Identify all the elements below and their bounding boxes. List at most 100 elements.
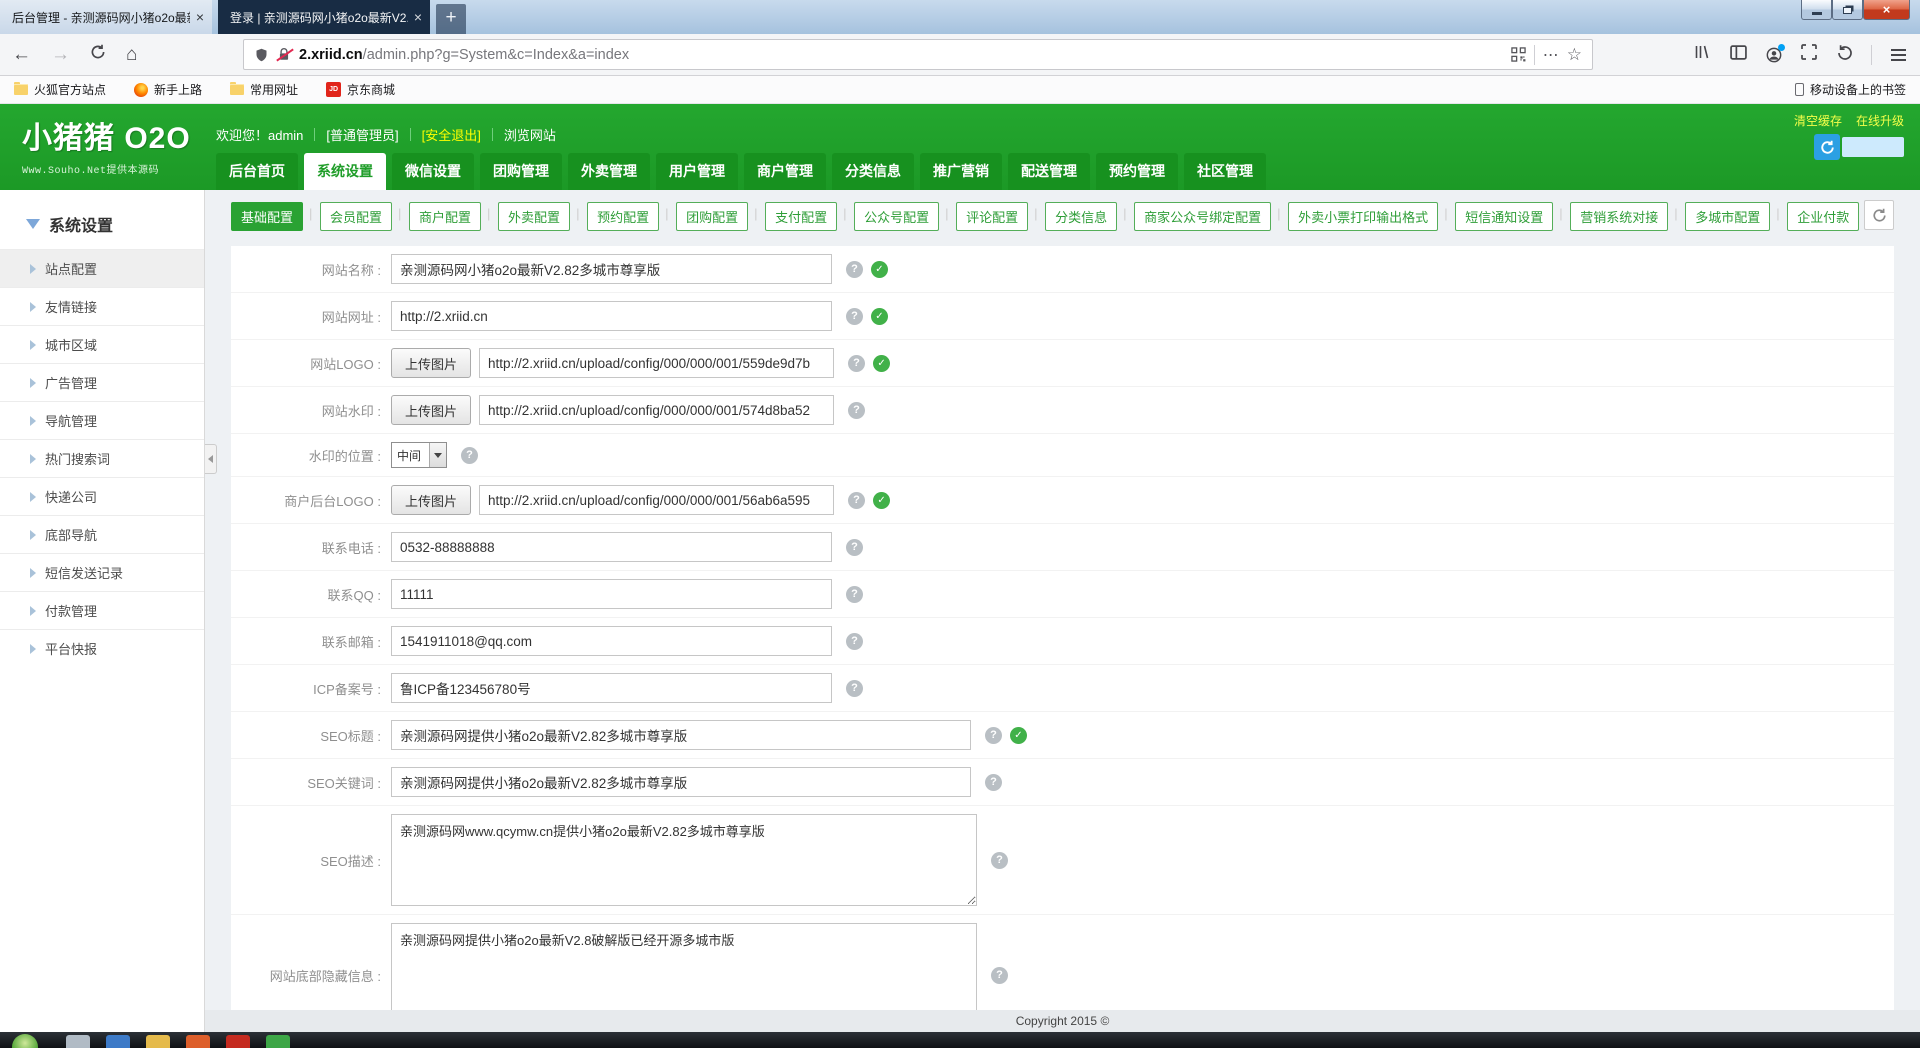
config-subtab[interactable]: 公众号配置: [854, 202, 939, 231]
help-icon[interactable]: ?: [846, 539, 863, 556]
config-subtab[interactable]: 短信通知设置: [1455, 202, 1553, 231]
site-logo-input[interactable]: [479, 348, 834, 378]
tab-close-icon[interactable]: ×: [196, 9, 204, 25]
site-name-input[interactable]: [391, 254, 832, 284]
main-nav-tab[interactable]: 推广营销: [920, 153, 1002, 190]
config-subtab[interactable]: 预约配置: [587, 202, 659, 231]
main-nav-tab[interactable]: 预约管理: [1096, 153, 1178, 190]
insecure-lock-icon[interactable]: [277, 47, 291, 62]
main-nav-tab[interactable]: 系统设置: [304, 153, 386, 190]
main-nav-tab[interactable]: 社区管理: [1184, 153, 1266, 190]
browse-site-link[interactable]: 浏览网站: [504, 125, 556, 144]
bookmark-star-icon[interactable]: ☆: [1567, 45, 1582, 65]
account-icon[interactable]: [1766, 47, 1782, 63]
help-icon[interactable]: ?: [848, 492, 865, 509]
chat-service-icon[interactable]: [1814, 134, 1840, 160]
help-icon[interactable]: ?: [991, 852, 1008, 869]
sidebar-item[interactable]: 付款管理: [0, 591, 204, 629]
help-icon[interactable]: ?: [846, 680, 863, 697]
main-nav-tab[interactable]: 微信设置: [392, 153, 474, 190]
mobile-bookmarks[interactable]: 移动设备上的书签: [1795, 81, 1906, 98]
merchant-logo-input[interactable]: [479, 485, 834, 515]
icp-number-input[interactable]: [391, 673, 832, 703]
config-subtab[interactable]: 商户配置: [409, 202, 481, 231]
contact-qq-input[interactable]: [391, 579, 832, 609]
main-nav-tab[interactable]: 用户管理: [656, 153, 738, 190]
config-subtab[interactable]: 多城市配置: [1685, 202, 1770, 231]
taskbar-app-icon[interactable]: [266, 1035, 290, 1048]
help-icon[interactable]: ?: [985, 727, 1002, 744]
sidebar-item[interactable]: 广告管理: [0, 363, 204, 401]
seo-title-input[interactable]: [391, 720, 971, 750]
config-subtab[interactable]: 分类信息: [1045, 202, 1117, 231]
taskbar-app-icon[interactable]: [146, 1035, 170, 1048]
main-nav-tab[interactable]: 分类信息: [832, 153, 914, 190]
config-subtab[interactable]: 企业付款: [1787, 202, 1859, 231]
footer-hidden-info-textarea[interactable]: 亲测源码网提供小猪o2o最新V2.8破解版已经开源多城市版: [391, 923, 977, 1010]
upload-image-button[interactable]: 上传图片: [391, 485, 471, 515]
main-nav-tab[interactable]: 团购管理: [480, 153, 562, 190]
seo-description-textarea[interactable]: 亲测源码网www.qcymw.cn提供小猪o2o最新V2.82多城市尊享版: [391, 814, 977, 906]
help-icon[interactable]: ?: [846, 261, 863, 278]
sidebar-item[interactable]: 热门搜索词: [0, 439, 204, 477]
menu-icon[interactable]: [1891, 49, 1906, 61]
sidebar-item[interactable]: 快递公司: [0, 477, 204, 515]
shield-icon[interactable]: [254, 47, 269, 63]
main-nav-tab[interactable]: 配送管理: [1008, 153, 1090, 190]
main-nav-tab[interactable]: 外卖管理: [568, 153, 650, 190]
upgrade-link[interactable]: 在线升级: [1856, 112, 1904, 129]
start-button[interactable]: [12, 1034, 38, 1048]
contact-phone-input[interactable]: [391, 532, 832, 562]
seo-keywords-input[interactable]: [391, 767, 971, 797]
sidebar-item[interactable]: 短信发送记录: [0, 553, 204, 591]
back-button[interactable]: ←: [12, 44, 31, 66]
help-icon[interactable]: ?: [846, 586, 863, 603]
sidebar-collapse-handle[interactable]: [205, 444, 217, 474]
help-icon[interactable]: ?: [991, 967, 1008, 984]
screenshot-icon[interactable]: [1801, 44, 1817, 65]
upload-image-button[interactable]: 上传图片: [391, 395, 471, 425]
bookmark-item[interactable]: 火狐官方站点: [14, 81, 106, 98]
help-icon[interactable]: ?: [848, 402, 865, 419]
help-icon[interactable]: ?: [461, 447, 478, 464]
contact-email-input[interactable]: [391, 626, 832, 656]
help-icon[interactable]: ?: [985, 774, 1002, 791]
taskbar-app-icon[interactable]: [66, 1035, 90, 1048]
sidebar-toggle-icon[interactable]: [1730, 45, 1747, 65]
browser-tab[interactable]: 后台管理 - 亲测源码网小猪o2o最新 ×: [0, 0, 212, 34]
config-subtab[interactable]: 支付配置: [765, 202, 837, 231]
clear-cache-link[interactable]: 清空缓存: [1794, 112, 1842, 129]
tab-close-icon[interactable]: ×: [414, 9, 422, 25]
sidebar-item[interactable]: 导航管理: [0, 401, 204, 439]
watermark-position-select[interactable]: 中间: [391, 442, 447, 468]
library-icon[interactable]: [1694, 44, 1711, 65]
browser-tab[interactable]: 登录 | 亲测源码网小猪o2o最新V2.8 ×: [218, 0, 430, 34]
config-subtab[interactable]: 评论配置: [956, 202, 1028, 231]
bookmark-item[interactable]: JD 京东商城: [326, 81, 395, 98]
undo-icon[interactable]: [1836, 44, 1852, 65]
config-subtab[interactable]: 会员配置: [320, 202, 392, 231]
main-nav-tab[interactable]: 后台首页: [216, 153, 298, 190]
close-button[interactable]: ×: [1863, 0, 1910, 20]
sidebar-item[interactable]: 平台快报: [0, 629, 204, 667]
new-tab-button[interactable]: +: [436, 4, 466, 34]
url-bar[interactable]: 2.xriid.cn/admin.php?g=System&c=Index&a=…: [243, 39, 1593, 70]
config-subtab[interactable]: 营销系统对接: [1570, 202, 1668, 231]
taskbar-app-icon[interactable]: [186, 1035, 210, 1048]
url-text[interactable]: 2.xriid.cn/admin.php?g=System&c=Index&a=…: [299, 47, 1503, 63]
sidebar-item[interactable]: 城市区域: [0, 325, 204, 363]
home-button[interactable]: ⌂: [126, 44, 137, 66]
config-subtab[interactable]: 商家公众号绑定配置: [1134, 202, 1271, 231]
sidebar-item[interactable]: 站点配置: [0, 249, 204, 287]
config-subtab[interactable]: 团购配置: [676, 202, 748, 231]
reload-button[interactable]: [90, 44, 106, 66]
config-subtab[interactable]: 外卖小票打印输出格式: [1288, 202, 1438, 231]
config-subtab[interactable]: 外卖配置: [498, 202, 570, 231]
help-icon[interactable]: ?: [848, 355, 865, 372]
logout-link[interactable]: [安全退出]: [422, 125, 481, 144]
sidebar-item[interactable]: 底部导航: [0, 515, 204, 553]
refresh-button[interactable]: [1864, 200, 1894, 230]
online-service-widget[interactable]: [1814, 134, 1904, 160]
sidebar-item[interactable]: 友情链接: [0, 287, 204, 325]
minimize-button[interactable]: [1801, 0, 1832, 20]
